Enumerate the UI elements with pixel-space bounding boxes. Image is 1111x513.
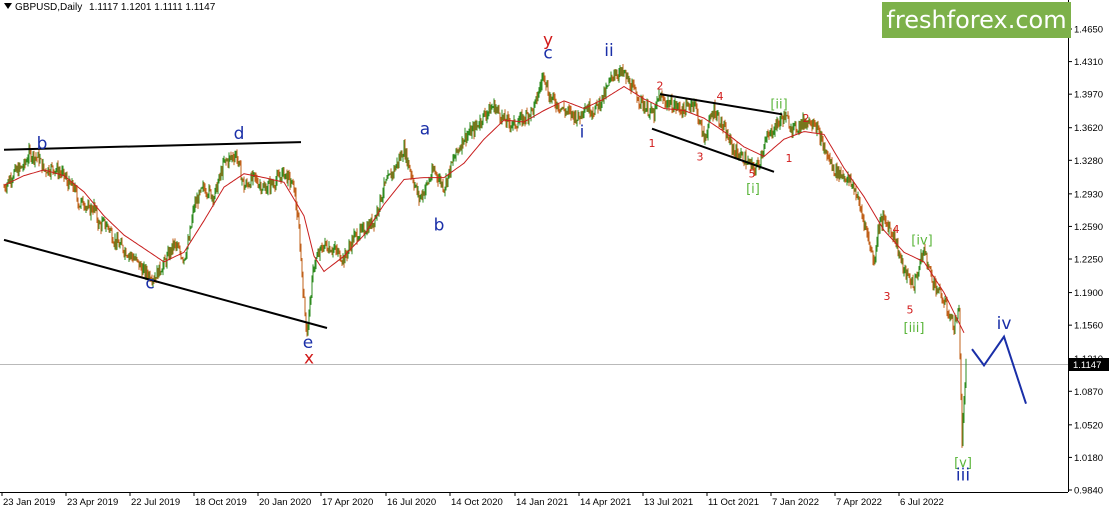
y-tick-label: 1.0870 (1074, 387, 1103, 398)
y-tick-label: 1.2590 (1074, 222, 1103, 233)
wave-label: [ii] (770, 98, 787, 113)
wave-label: b (434, 215, 445, 235)
wave-label: 5 (749, 168, 756, 181)
wave-label: [iii] (904, 321, 925, 336)
y-tick-label: 1.0520 (1074, 420, 1103, 431)
x-tick-label: 20 Jan 2020 (259, 497, 311, 508)
x-tick-label: 14 Oct 2020 (451, 497, 503, 508)
symbol-label: GBPUSD,Daily (15, 2, 83, 13)
y-tick-label: 0.9840 (1074, 486, 1103, 497)
wave-label: b (37, 134, 48, 154)
x-tick-label: 7 Apr 2022 (836, 497, 882, 508)
y-tick-label: 1.3620 (1074, 123, 1103, 134)
y-tick-label: 1.1560 (1074, 321, 1103, 332)
y-tick-label: 1.2930 (1074, 189, 1103, 200)
wave-label: 3 (884, 290, 891, 303)
x-tick-label: 18 Oct 2019 (195, 497, 247, 508)
wave-label: 4 (893, 223, 900, 236)
trendline (651, 127, 775, 173)
plot-frame (0, 0, 1069, 493)
last-price-label: 1.1147 (1073, 360, 1101, 371)
wave-label: 4 (717, 90, 724, 103)
wave-label: c (145, 274, 154, 294)
price-chart: b dcexabyc iii24135[i][ii]21435[iv][iii][v… (0, 0, 1109, 508)
moving-average-line (3, 85, 965, 334)
x-tick-label: 13 Jul 2021 (644, 497, 693, 508)
y-tick-label: 1.0180 (1074, 453, 1103, 464)
y-tick-label: 1.4310 (1074, 57, 1103, 68)
x-tick-label: 6 Jul 2022 (900, 497, 944, 508)
trendline (3, 141, 302, 151)
x-tick-label: 11 Oct 2021 (708, 497, 759, 508)
y-tick-label: 1.3970 (1074, 90, 1103, 101)
wave-label: 2 (803, 112, 810, 125)
time-axis: 23 Jan 2019 23 Apr 2019 22 Jul 2019 18 Oct … (1, 492, 944, 508)
wave-label: iv (997, 314, 1012, 334)
x-tick-label: 14 Jan 2021 (516, 497, 568, 508)
wave-label: [i] (746, 182, 760, 197)
collapse-triangle-icon[interactable] (4, 3, 12, 9)
symbol-header: GBPUSD,Daily 1.1117 1.1201 1.1111 1.1147 (4, 2, 215, 13)
wave-label: 3 (697, 150, 704, 163)
x-tick-label: 7 Jan 2022 (772, 497, 819, 508)
x-tick-label: 23 Jan 2019 (3, 497, 55, 508)
y-tick-label: 1.4650 (1074, 25, 1103, 36)
y-tick-label: 1.2250 (1074, 255, 1103, 266)
trendline (3, 238, 328, 329)
wave-label: c (543, 44, 552, 64)
x-tick-label: 14 Apr 2021 (580, 497, 631, 508)
wave-label: 2 (657, 79, 664, 92)
candle-series (3, 64, 967, 448)
wave-label: d (234, 124, 245, 144)
x-tick-label: 22 Jul 2019 (131, 497, 180, 508)
wave-label: 5 (907, 304, 914, 317)
wave-label: x (304, 348, 314, 368)
x-tick-label: 17 Apr 2020 (322, 497, 373, 508)
trendlines (3, 93, 783, 329)
x-tick-label: 23 Apr 2019 (67, 497, 118, 508)
wave-label: [iv] (911, 234, 932, 249)
brand-logo: freshforex.com (882, 2, 1071, 38)
wave-label: i (580, 122, 585, 142)
wave-label: ii (604, 41, 613, 61)
y-tick-label: 1.3280 (1074, 156, 1103, 167)
wave-label: iii (956, 465, 970, 485)
price-axis: 1.4650 1.4310 1.3970 1.3620 1.3280 1.2930 1.25… (1068, 25, 1103, 497)
y-tick-label: 1.1900 (1074, 288, 1103, 299)
last-price-tag: 1.1147 (1069, 358, 1109, 371)
x-tick-label: 16 Jul 2020 (387, 497, 436, 508)
wave-label: a (420, 119, 430, 139)
wave-label: 1 (649, 137, 656, 150)
ohlc-values: 1.1117 1.1201 1.1111 1.1147 (89, 2, 216, 13)
wave-projection-line (971, 334, 1027, 405)
wave-label: 1 (786, 152, 793, 165)
